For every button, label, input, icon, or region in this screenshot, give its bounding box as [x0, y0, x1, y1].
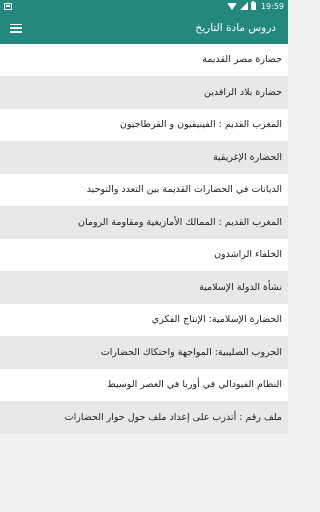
list-item-label: المغرب القديم : الممالك الأمازيغية ومقاو… — [77, 216, 282, 228]
notification-icon — [4, 2, 12, 10]
list-item-label: الديانات في الحضارات القديمة بين التعدد … — [86, 184, 282, 196]
list-item-label: حضارة مصر القديمة — [202, 54, 282, 66]
list-item[interactable]: المغرب القديم : الفينيقيون و القرطاجيون — [0, 109, 288, 142]
lessons-list: حضارة مصر القديمة حضارة بلاد الرافدين ال… — [0, 44, 288, 434]
list-item-label: ملف رقم : أتدرب على إعداد ملف حول حوار ا… — [64, 411, 282, 423]
list-item[interactable]: حضارة بلاد الرافدين — [0, 76, 288, 109]
wifi-icon — [226, 2, 237, 10]
list-item[interactable]: نشأة الدولة الإسلامية — [0, 271, 288, 304]
list-item[interactable]: ملف رقم : أتدرب على إعداد ملف حول حوار ا… — [0, 401, 288, 434]
hamburger-menu-icon[interactable] — [10, 23, 22, 33]
list-item-label: النظام الفيودالي في أوربا في العصر الوسي… — [106, 379, 282, 391]
list-item-label: حضارة بلاد الرافدين — [204, 86, 282, 98]
page-title: دروس مادة التاريخ — [195, 22, 276, 34]
list-item[interactable]: الديانات في الحضارات القديمة بين التعدد … — [0, 174, 288, 207]
battery-icon — [250, 1, 256, 10]
list-item-label: المغرب القديم : الفينيقيون و القرطاجيون — [119, 119, 282, 131]
list-item-label: الخلفاء الراشدون — [214, 249, 282, 261]
list-item[interactable]: الحروب الصليبية: المواجهة واحتكاك الحضار… — [0, 336, 288, 369]
list-item-label: نشأة الدولة الإسلامية — [199, 281, 282, 293]
status-bar: 19:59 — [0, 0, 288, 12]
status-left — [4, 2, 12, 10]
list-item[interactable]: المغرب القديم : الممالك الأمازيغية ومقاو… — [0, 206, 288, 239]
app-toolbar: دروس مادة التاريخ — [0, 12, 288, 44]
list-item[interactable]: الحضارة الإغريقية — [0, 141, 288, 174]
list-item[interactable]: حضارة مصر القديمة — [0, 44, 288, 77]
list-item-label: الحضارة الإغريقية — [212, 151, 282, 163]
signal-icon — [239, 2, 248, 10]
status-right: 19:59 — [226, 1, 284, 11]
list-item[interactable]: الحضارة الإسلامية: الإنتاج الفكري — [0, 304, 288, 337]
list-item[interactable]: النظام الفيودالي في أوربا في العصر الوسي… — [0, 369, 288, 402]
list-item-label: الحروب الصليبية: المواجهة واحتكاك الحضار… — [100, 346, 282, 358]
list-item[interactable]: الخلفاء الراشدون — [0, 239, 288, 272]
status-time: 19:59 — [260, 1, 284, 11]
list-item-label: الحضارة الإسلامية: الإنتاج الفكري — [151, 314, 282, 326]
